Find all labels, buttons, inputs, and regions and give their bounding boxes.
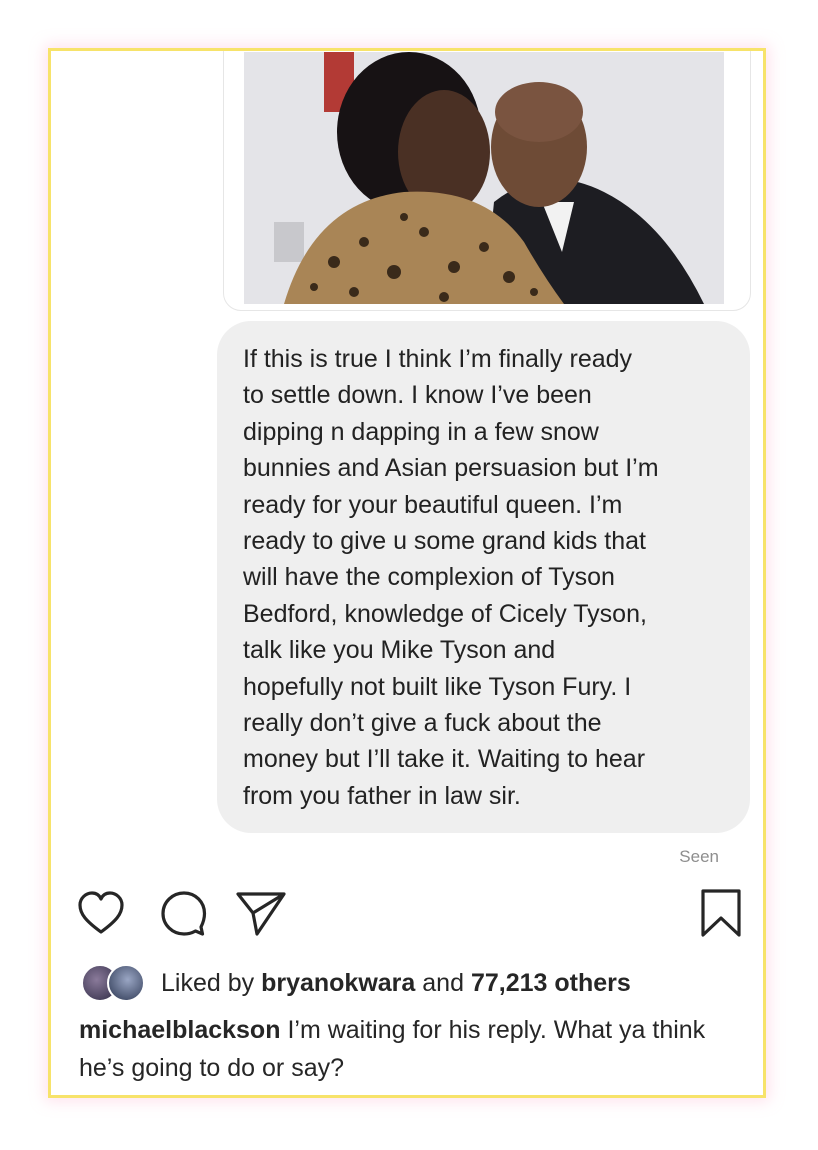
shared-photo-card[interactable] (223, 51, 751, 311)
liked-by-username[interactable]: bryanokwara (261, 969, 415, 998)
caption-username[interactable]: michaelblackson (79, 1016, 280, 1044)
paper-plane-icon[interactable] (235, 887, 287, 939)
likes-row: Liked by bryanokwara and 77,213 others (79, 963, 631, 1003)
post-caption: michaelblackson I’m waiting for his repl… (79, 1011, 729, 1087)
shared-photo (244, 52, 724, 304)
comment-icon[interactable] (157, 887, 209, 939)
likes-count[interactable]: 77,213 others (471, 969, 631, 998)
message-bubble[interactable]: If this is true I think I’m finally read… (217, 321, 750, 833)
post-frame: If this is true I think I’m finally read… (48, 48, 766, 1098)
dm-screenshot: If this is true I think I’m finally read… (51, 51, 763, 877)
bookmark-icon[interactable] (695, 887, 747, 939)
post-action-bar (75, 887, 745, 939)
likes-prefix: Liked by (161, 968, 255, 997)
avatar (107, 964, 145, 1002)
seen-status: Seen (679, 847, 719, 866)
likes-connector: and (422, 968, 464, 997)
message-text: If this is true I think I’m finally read… (243, 345, 659, 810)
heart-icon[interactable] (75, 887, 127, 939)
liker-avatars[interactable] (79, 964, 149, 1002)
